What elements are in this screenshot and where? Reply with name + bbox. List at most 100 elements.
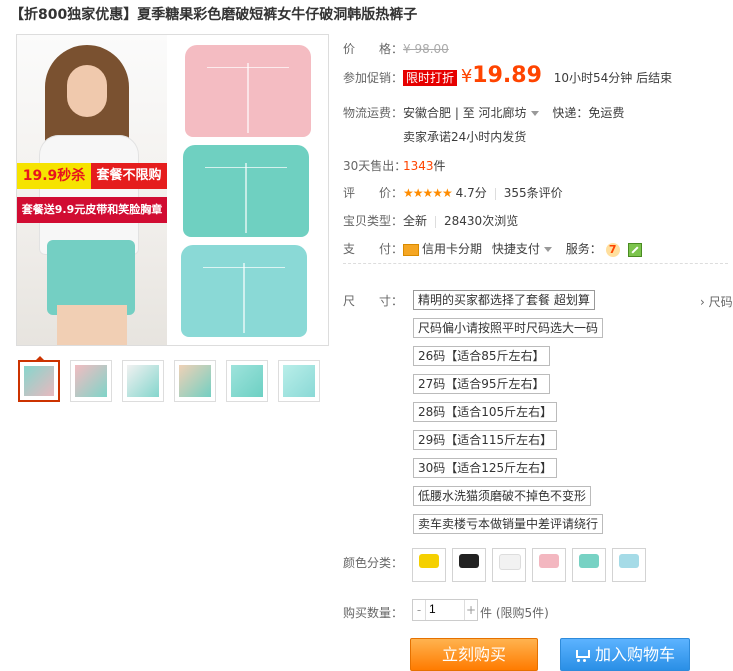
add-to-cart-label: 加入购物车: [594, 645, 675, 664]
flash-sale-badge: 19.9秒杀: [17, 163, 91, 189]
main-product-image[interactable]: 19.9秒杀 套餐不限购 套餐送9.9元皮带和笑脸胸章: [16, 34, 329, 346]
quantity-stepper: - +: [412, 599, 478, 621]
color-swatch-white[interactable]: [492, 548, 526, 582]
pink-shorts: [185, 45, 311, 137]
rating-stars-icon: ★★★★★: [403, 186, 453, 200]
credit-installment[interactable]: 信用卡分期: [422, 242, 482, 256]
sales-row: 30天售出：1343件: [343, 157, 446, 174]
sales-label: 30天售出：: [343, 159, 407, 173]
size-label: 尺 寸：: [343, 294, 404, 308]
thumbnail-3[interactable]: [122, 360, 164, 402]
ship-to[interactable]: 河北廊坊: [479, 106, 527, 120]
color-swatch-light-blue[interactable]: [612, 548, 646, 582]
color-label: 颜色分类：: [343, 556, 404, 570]
model-shorts: [47, 240, 135, 315]
size-option-8[interactable]: 低腰水洗猫须磨破不掉色不变形: [413, 486, 592, 506]
chevron-down-icon[interactable]: [530, 111, 539, 116]
model-shirt: [39, 135, 139, 255]
size-guide-link[interactable]: › 尺码: [700, 293, 733, 310]
divider-line: [343, 263, 728, 264]
light-mint-shorts: [181, 245, 307, 337]
thumbnail-image: [283, 365, 315, 397]
size-option-1[interactable]: 精明的买家都选择了套餐 超划算: [413, 290, 595, 310]
product-shorts-photo: [167, 35, 328, 345]
thumbnail-1[interactable]: [18, 356, 60, 402]
price-row: 价 格：¥ 98.00: [343, 40, 449, 57]
yellow-shorts-swatch: [419, 554, 439, 568]
seven-day-return-icon: 7: [605, 242, 620, 257]
color-swatch-mint[interactable]: [572, 548, 606, 582]
thumbnail-5[interactable]: [226, 360, 268, 402]
review-label: 评 价：: [343, 186, 404, 200]
color-swatch-black[interactable]: [452, 548, 486, 582]
thumbnail-image: [75, 365, 107, 397]
review-count[interactable]: 355条评价: [504, 186, 563, 200]
size-option-5[interactable]: 28码【适合105斤左右】: [413, 402, 558, 422]
model-face: [67, 65, 107, 117]
promise-row: 卖家承诺24小时内发货: [343, 128, 526, 145]
ship-from: 安徽合肥: [403, 106, 452, 120]
light-blue-shorts-swatch: [619, 554, 639, 568]
sales-count: 1343: [403, 159, 434, 173]
increase-button[interactable]: +: [464, 600, 477, 620]
promo-price: 19.89: [472, 63, 542, 88]
promo-tag: 限时打折: [403, 70, 458, 86]
payment-label: 支 付：: [343, 242, 404, 256]
decrease-button[interactable]: -: [413, 600, 426, 620]
promo-currency: ¥: [460, 66, 473, 87]
pink-shorts-swatch: [539, 554, 559, 568]
thumbnail-image: [231, 365, 263, 397]
color-swatch-pink[interactable]: [532, 548, 566, 582]
quantity-label: 购买数量：: [343, 606, 404, 620]
thumbnail-2[interactable]: [70, 360, 112, 402]
quick-pay[interactable]: 快捷支付: [492, 242, 540, 256]
price-label: 价 格：: [343, 42, 404, 56]
white-shorts-swatch: [499, 554, 521, 570]
service-label: 服务：: [565, 242, 602, 256]
promo-row: 参加促销： 限时打折 ¥19.89 10小时54分钟 后结束: [343, 63, 672, 88]
thumbnail-6[interactable]: [278, 360, 320, 402]
size-option-7[interactable]: 30码【适合125斤左右】: [413, 458, 558, 478]
chevron-down-icon[interactable]: [543, 247, 552, 252]
thumbnail-image: [127, 365, 159, 397]
logistics-row: 物流运费：安徽合肥 | 至 河北廊坊 快递：免运费: [343, 106, 625, 120]
sales-unit: 件: [433, 159, 446, 173]
item-type-label: 宝贝类型：: [343, 214, 404, 228]
logistics-label: 物流运费：: [343, 106, 404, 120]
thumbnail-strip: [18, 356, 328, 404]
bundle-unlimited-badge: 套餐不限购: [91, 163, 167, 189]
quantity-limit: 件 (限购5件): [480, 606, 549, 620]
original-price: ¥ 98.00: [403, 42, 449, 56]
active-thumbnail-arrow-icon: [34, 356, 46, 362]
size-option-2[interactable]: 尺码偏小请按照平时尺码选大一码: [413, 318, 604, 338]
bundle-gift-badge: 套餐送9.9元皮带和笑脸胸章: [17, 197, 167, 223]
color-swatch-yellow[interactable]: [412, 548, 446, 582]
model-legs: [57, 305, 127, 345]
mint-shorts: [183, 145, 309, 237]
thumbnail-image: [24, 366, 54, 396]
size-option-3[interactable]: 26码【适合85斤左右】: [413, 346, 550, 366]
buy-now-button[interactable]: 立刻购买: [410, 638, 538, 671]
page-title: 【折800独家优惠】夏季糖果彩色磨破短裤女牛仔破洞韩版热裤子: [10, 7, 418, 23]
item-type-row: 宝贝类型：全新 28430次浏览: [343, 212, 518, 229]
credit-card-icon: [403, 243, 419, 256]
item-condition: 全新: [403, 214, 428, 228]
countdown: 10小时54分钟 后结束: [553, 71, 673, 85]
review-row: 评 价：★★★★★ 4.7分 355条评价: [343, 184, 563, 201]
size-option-4[interactable]: 27码【适合95斤左右】: [413, 374, 550, 394]
size-option-6[interactable]: 29码【适合115斤左右】: [413, 430, 558, 450]
add-to-cart-button[interactable]: 加入购物车: [560, 638, 690, 671]
promo-label: 参加促销：: [343, 71, 404, 85]
guarantee-icon: [627, 242, 642, 257]
cart-icon: [575, 649, 590, 662]
size-option-9[interactable]: 卖车卖楼亏本做销量中差评请绕行: [413, 514, 604, 534]
payment-row: 支 付： 信用卡分期 快捷支付 服务： 7: [343, 240, 642, 257]
model-photo: 19.9秒杀 套餐不限购 套餐送9.9元皮带和笑脸胸章: [17, 35, 167, 345]
thumbnail-4[interactable]: [174, 360, 216, 402]
black-shorts-swatch: [459, 554, 479, 568]
view-count: 28430次浏览: [444, 214, 519, 228]
ship-promise: 卖家承诺24小时内发货: [403, 130, 527, 144]
quantity-input[interactable]: [427, 601, 465, 617]
mint-shorts-swatch: [579, 554, 599, 568]
review-score: 4.7分: [455, 186, 487, 200]
